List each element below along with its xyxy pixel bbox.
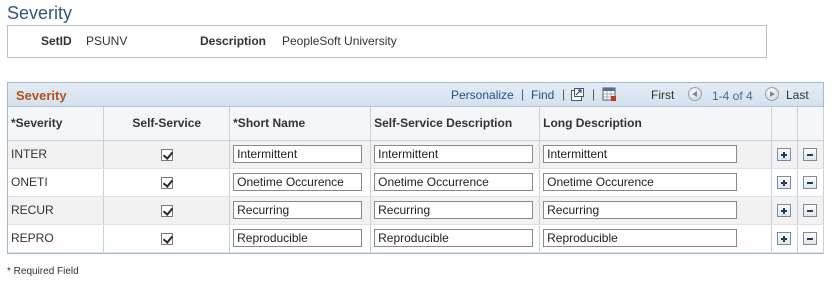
plus-icon[interactable] bbox=[777, 204, 792, 218]
self-service-cell bbox=[103, 224, 231, 253]
col-header-severity[interactable]: *Severity bbox=[8, 107, 105, 141]
separator: | bbox=[562, 87, 566, 101]
minus-icon[interactable] bbox=[803, 204, 818, 218]
self-service-checkbox[interactable] bbox=[160, 148, 173, 161]
plus-icon[interactable] bbox=[777, 148, 792, 162]
row-range: 1-4 of 4 bbox=[712, 89, 753, 103]
severity-code: ONETI bbox=[8, 168, 105, 197]
minus-icon[interactable] bbox=[803, 148, 818, 162]
table-header-row: *Severity Self-Service *Short Name Self-… bbox=[8, 107, 825, 141]
table-row: REPRO Reproducible Reproducible Reproduc… bbox=[8, 224, 825, 253]
self-service-cell bbox=[103, 140, 231, 169]
short-name-input[interactable]: Intermittent bbox=[233, 145, 363, 163]
ss-description-input[interactable]: Intermittent bbox=[374, 145, 534, 163]
long-description-input[interactable]: Onetime Occurence bbox=[543, 173, 738, 191]
severity-grid: Severity Personalize | Find | | First 1-… bbox=[7, 82, 825, 254]
short-name-input[interactable]: Reproducible bbox=[233, 229, 363, 247]
self-service-checkbox[interactable] bbox=[160, 232, 173, 245]
long-description-input[interactable]: Reproducible bbox=[543, 229, 738, 247]
ss-description-input[interactable]: Reproducible bbox=[374, 229, 534, 247]
col-header-long-description[interactable]: Long Description bbox=[539, 107, 772, 141]
previous-arrow-icon[interactable] bbox=[688, 87, 702, 101]
new-window-icon[interactable] bbox=[570, 87, 585, 102]
spreadsheet-icon[interactable] bbox=[602, 87, 617, 102]
table-row: RECUR Recurring Recurring Recurring bbox=[8, 196, 825, 225]
minus-icon[interactable] bbox=[803, 232, 818, 246]
minus-icon[interactable] bbox=[803, 176, 818, 190]
severity-code: REPRO bbox=[8, 224, 105, 253]
last-label: Last bbox=[786, 88, 809, 102]
separator: | bbox=[521, 87, 525, 101]
ss-description-input[interactable]: Recurring bbox=[374, 201, 534, 219]
page-title: Severity bbox=[7, 3, 73, 23]
self-service-checkbox[interactable] bbox=[160, 176, 173, 189]
table-row: ONETI Onetime Occurence Onetime Occurren… bbox=[8, 168, 825, 197]
severity-table: *Severity Self-Service *Short Name Self-… bbox=[8, 107, 825, 253]
find-link[interactable]: Find bbox=[531, 88, 554, 102]
severity-code: INTER bbox=[8, 140, 105, 169]
col-header-ss-description[interactable]: Self-Service Description bbox=[370, 107, 541, 141]
grid-title: Severity bbox=[16, 88, 67, 103]
long-description-input[interactable]: Intermittent bbox=[543, 145, 738, 163]
next-arrow-icon[interactable] bbox=[765, 87, 779, 101]
grid-header-bar: Severity Personalize | Find | | First 1-… bbox=[8, 83, 823, 107]
col-header-add bbox=[771, 107, 798, 141]
description-label: Description bbox=[200, 34, 267, 48]
description-value: PeopleSoft University bbox=[282, 34, 397, 48]
self-service-cell bbox=[103, 168, 231, 197]
plus-icon[interactable] bbox=[777, 176, 792, 190]
required-field-note: * Required Field bbox=[7, 266, 79, 277]
setid-label: SetID bbox=[41, 34, 72, 48]
self-service-cell bbox=[103, 196, 231, 225]
severity-code: RECUR bbox=[8, 196, 105, 225]
plus-icon[interactable] bbox=[777, 232, 792, 246]
ss-description-input[interactable]: Onetime Occurrence bbox=[374, 173, 534, 191]
table-row: INTER Intermittent Intermittent Intermit… bbox=[8, 140, 825, 169]
short-name-input[interactable]: Onetime Occurence bbox=[233, 173, 363, 191]
col-header-short-name[interactable]: *Short Name bbox=[229, 107, 372, 141]
short-name-input[interactable]: Recurring bbox=[233, 201, 363, 219]
key-fields-box: SetID PSUNV Description PeopleSoft Unive… bbox=[7, 25, 767, 58]
personalize-link[interactable]: Personalize bbox=[451, 88, 514, 102]
long-description-input[interactable]: Recurring bbox=[543, 201, 738, 219]
col-header-delete bbox=[797, 107, 825, 141]
first-label: First bbox=[651, 88, 675, 102]
self-service-checkbox[interactable] bbox=[160, 204, 173, 217]
separator: | bbox=[592, 87, 596, 101]
setid-value: PSUNV bbox=[86, 34, 128, 48]
col-header-self-service[interactable]: Self-Service bbox=[103, 107, 231, 141]
